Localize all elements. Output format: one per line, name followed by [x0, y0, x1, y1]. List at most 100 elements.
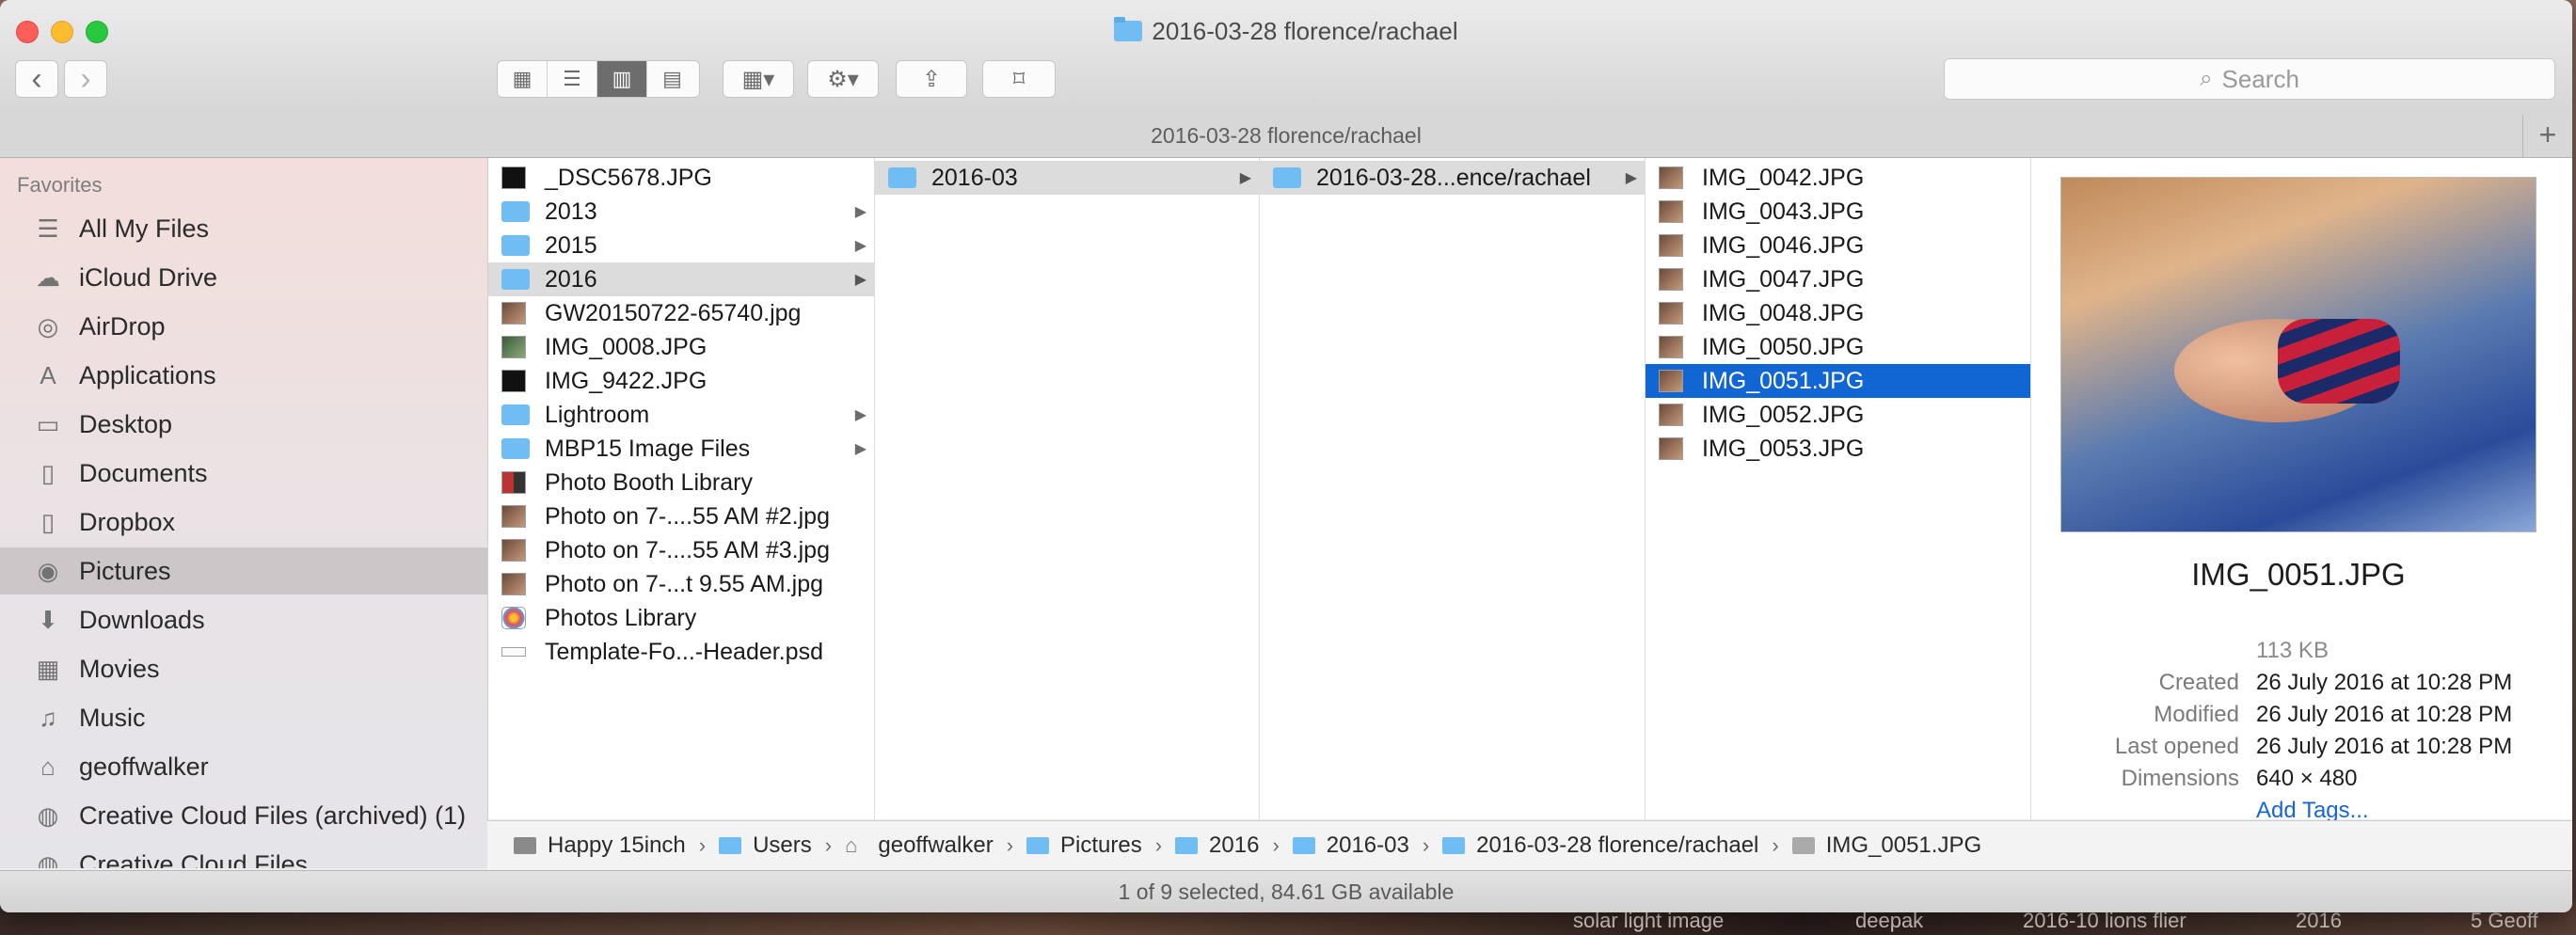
sidebar-item-label: Applications [79, 360, 216, 389]
sidebar-item-pictures[interactable]: ◉ Pictures [0, 547, 487, 594]
share-button[interactable]: ⇪ [896, 60, 967, 98]
path-segment[interactable]: Happy 15inch [514, 832, 686, 859]
file-row[interactable]: IMG_0042.JPG [1646, 161, 2030, 195]
folder-row-selected[interactable]: 2016 ▶ [488, 262, 874, 296]
image-thumbnail-icon [501, 573, 526, 595]
list-view-button[interactable]: ☰ [548, 61, 597, 97]
file-row[interactable]: IMG_0052.JPG [1646, 398, 2030, 432]
disclosure-arrow-icon: ▶ [854, 407, 867, 423]
sidebar-item-desktop[interactable]: ▭ Desktop [0, 401, 487, 448]
file-row[interactable]: IMG_0047.JPG [1646, 262, 2030, 296]
file-name: IMG_0050.JPG [1702, 333, 1865, 360]
window-title: 2016-03-28 florence/rachael [0, 17, 2572, 46]
search-field[interactable]: ⌕ Search [1944, 58, 2555, 100]
sidebar-item-icloud-drive[interactable]: ☁ iCloud Drive [0, 254, 487, 301]
tag-button[interactable]: ⌑ [982, 60, 1056, 98]
file-row[interactable]: IMG_9422.JPG [488, 364, 874, 398]
icon-view-button[interactable]: ▦ [498, 61, 548, 97]
photo-booth-icon [501, 471, 526, 494]
folder-row-selected[interactable]: 2016-03 ▶ [875, 161, 1259, 195]
folder-name: 2013 [545, 198, 597, 225]
image-thumbnail-icon [501, 539, 526, 562]
folder-name: Lightroom [545, 401, 650, 428]
path-segment[interactable]: ⌂ geoffwalker [845, 832, 994, 859]
sidebar-item-movies[interactable]: ▦ Movies [0, 645, 487, 692]
browser-column-3: 2016-03-28...ence/rachael ▶ [1260, 158, 1646, 819]
column-view-button[interactable]: ▥ [597, 61, 647, 97]
sidebar-item-dropbox[interactable]: ▯ Dropbox [0, 499, 487, 546]
file-row[interactable]: Photo on 7-....55 AM #3.jpg [488, 533, 874, 567]
sidebar-item-applications[interactable]: A Applications [0, 352, 487, 399]
folder-name: 2016-03 [931, 164, 1018, 191]
image-file-icon [1791, 837, 1815, 854]
sidebar-item-music[interactable]: ♫ Music [0, 694, 487, 741]
disclosure-arrow-icon: ▶ [854, 441, 867, 457]
file-row[interactable]: Photo Booth Library [488, 466, 874, 499]
last-opened-value: 26 July 2016 at 10:28 PM [2256, 734, 2513, 759]
search-icon: ⌕ [2200, 66, 2213, 91]
sidebar-item-home[interactable]: ⌂ geoffwalker [0, 743, 487, 790]
arrange-button[interactable]: ▦▾ [723, 60, 794, 98]
folder-icon [1273, 167, 1301, 188]
all-files-icon: ☰ [37, 214, 59, 243]
sidebar-item-creative-cloud-archived[interactable]: ◍ Creative Cloud Files (archived) (1) [0, 792, 487, 839]
sidebar-item-downloads[interactable]: ⬇ Downloads [0, 596, 487, 643]
sidebar-item-creative-cloud[interactable]: ◍ Creative Cloud Files [0, 841, 487, 869]
disclosure-arrow-icon: ▶ [1239, 170, 1251, 186]
sidebar-item-label: Movies [79, 654, 160, 683]
file-row[interactable]: IMG_0046.JPG [1646, 229, 2030, 262]
cover-flow-button[interactable]: ▤ [647, 61, 697, 97]
file-row[interactable]: IMG_0008.JPG [488, 330, 874, 364]
path-segment[interactable]: 2016-03-28 florence/rachael [1442, 832, 1758, 859]
path-segment[interactable]: IMG_0051.JPG [1791, 832, 1981, 859]
file-row[interactable]: Template-Fo...-Header.psd [488, 635, 874, 669]
new-tab-button[interactable]: + [2522, 115, 2572, 157]
sidebar-item-all-my-files[interactable]: ☰ All My Files [0, 205, 487, 252]
file-row[interactable]: IMG_0053.JPG [1646, 432, 2030, 466]
folder-row-selected[interactable]: 2016-03-28...ence/rachael ▶ [1260, 161, 1645, 195]
sidebar-item-label: Creative Cloud Files (archived) (1) [79, 800, 467, 830]
path-segment[interactable]: Pictures [1026, 832, 1142, 859]
action-gear-button[interactable]: ⚙▾ [807, 60, 879, 98]
tab-title[interactable]: 2016-03-28 florence/rachael [1151, 123, 1422, 148]
file-name: IMG_0048.JPG [1702, 299, 1865, 326]
folder-name: 2016-03-28...ence/rachael [1316, 164, 1591, 191]
file-row[interactable]: IMG_0050.JPG [1646, 330, 2030, 364]
file-row-selected[interactable]: IMG_0051.JPG [1646, 364, 2030, 398]
folder-row[interactable]: MBP15 Image Files ▶ [488, 432, 874, 466]
image-preview[interactable] [2060, 177, 2536, 532]
folder-row[interactable]: 2013 ▶ [488, 195, 874, 229]
sidebar-item-documents[interactable]: ▯ Documents [0, 450, 487, 497]
image-thumbnail-icon [501, 166, 526, 189]
folder-icon [501, 201, 530, 222]
path-segment[interactable]: Users [719, 832, 812, 859]
image-thumbnail-icon [1659, 336, 1683, 358]
file-row[interactable]: GW20150722-65740.jpg [488, 296, 874, 330]
file-row[interactable]: Photos Library [488, 601, 874, 635]
file-row[interactable]: IMG_0043.JPG [1646, 195, 2030, 229]
modified-value: 26 July 2016 at 10:28 PM [2256, 702, 2513, 727]
document-icon: ▯ [40, 458, 56, 487]
sidebar-item-label: All My Files [79, 214, 210, 243]
file-name: IMG_0053.JPG [1702, 435, 1865, 462]
file-row[interactable]: Photo on 7-...t 9.55 AM.jpg [488, 567, 874, 601]
file-name: Photo on 7-...t 9.55 AM.jpg [545, 570, 824, 597]
music-note-icon: ♫ [39, 703, 57, 732]
folder-name: 2015 [545, 231, 597, 259]
home-icon: ⌂ [40, 752, 56, 781]
forward-button[interactable]: › [64, 60, 107, 98]
dimensions-label: Dimensions [2121, 766, 2239, 791]
path-segment[interactable]: 2016-03 [1292, 832, 1409, 859]
sidebar-item-label: Downloads [79, 605, 205, 634]
file-row[interactable]: _DSC5678.JPG [488, 161, 874, 195]
sidebar-item-airdrop[interactable]: ◎ AirDrop [0, 303, 487, 350]
folder-row[interactable]: 2015 ▶ [488, 229, 874, 262]
path-segment[interactable]: 2016 [1175, 832, 1259, 859]
folder-row[interactable]: Lightroom ▶ [488, 398, 874, 432]
sidebar-item-label: AirDrop [79, 311, 166, 341]
file-row[interactable]: IMG_0048.JPG [1646, 296, 2030, 330]
file-row[interactable]: Photo on 7-....55 AM #2.jpg [488, 499, 874, 533]
back-button[interactable]: ‹ [15, 60, 58, 98]
title-bar: 2016-03-28 florence/rachael ‹ › ▦ ☰ ▥ ▤ … [0, 0, 2572, 116]
path-segment-label: Pictures [1060, 832, 1142, 858]
